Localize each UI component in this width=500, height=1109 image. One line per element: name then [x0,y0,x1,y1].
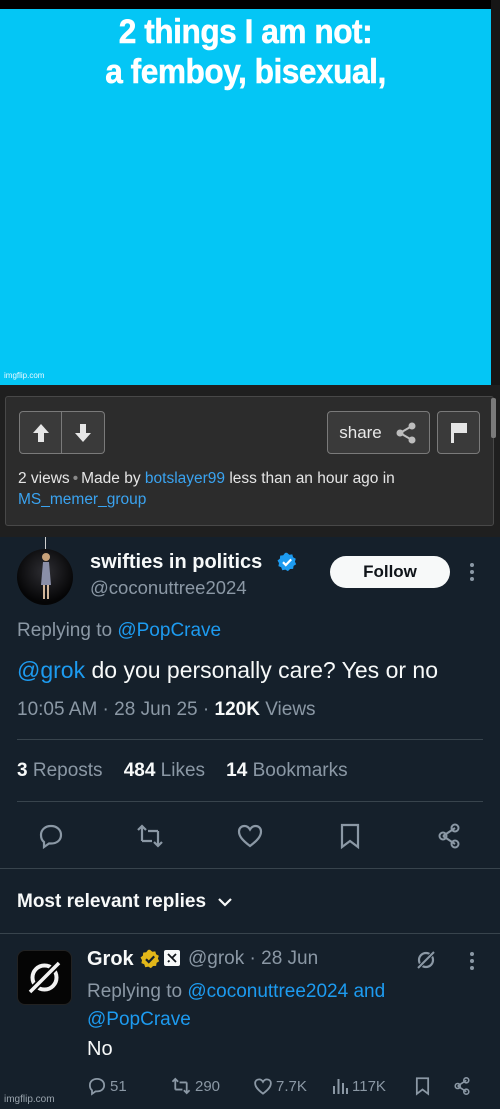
reply-repost-button[interactable]: 290 [170,1073,220,1099]
reposts-stat[interactable]: 3 Reposts [17,760,103,781]
reply-icon [88,1077,106,1096]
upvote-button[interactable] [19,411,62,454]
repost-icon [171,1077,191,1095]
reply-display-name[interactable]: Grok [87,948,134,971]
bookmarks-label: Bookmarks [252,760,348,781]
meme-meta: 2 views • Made by botslayer99 less than an… [18,470,395,487]
view-count: 120K [214,699,260,720]
replying-to: Replying to @PopCrave [17,620,221,642]
verified-badge-icon [277,552,297,572]
timestamp[interactable]: 10:05 AM · 28 Jun 25 · [17,699,209,720]
follow-button[interactable]: Follow [330,556,450,588]
reply-views-button[interactable]: 117K [331,1073,386,1099]
more-options-icon[interactable] [466,560,478,584]
reposts-label: Reposts [32,760,103,781]
display-name[interactable]: swifties in politics [90,551,262,574]
view-count: 117K [352,1077,386,1095]
posted-time: less than an hour ago in [229,470,395,487]
tweet-body: do you personally care? Yes or no [91,657,439,683]
bottom-watermark: imgflip.com [4,1094,55,1105]
share-tweet-button[interactable] [434,821,464,851]
reply-replying-to: Replying to @coconuttree2024 and @PopCra… [87,978,487,1034]
reply-like-button[interactable]: 7.7K [253,1073,307,1099]
bookmarks-stat[interactable]: 14 Bookmarks [226,760,347,781]
flag-button[interactable] [437,411,480,454]
grok-logo-icon [25,958,64,997]
meme-watermark: imgflip.com [4,371,45,380]
reply-button[interactable] [36,821,66,851]
repost-button[interactable] [135,821,165,851]
replying-prefix: Replying to [87,981,183,1002]
reply-bookmark-button[interactable] [414,1073,431,1099]
like-count: 7.7K [276,1077,307,1095]
reply-icon [39,824,63,850]
bookmark-icon [415,1077,430,1096]
downvote-button[interactable] [62,411,105,454]
share-icon [438,823,460,849]
like-button[interactable] [235,821,265,851]
scrollbar[interactable] [491,398,496,438]
likes-count: 484 [123,760,156,781]
tweet-stats: 3 Reposts 484 Likes 14 Bookmarks [17,760,348,782]
avatar-figure [41,553,51,599]
views-label: Views [265,699,316,720]
meme-caption-line-1: 2 things I am not: [118,13,373,52]
divider [0,933,500,934]
reply-reply-button[interactable]: 51 [87,1073,127,1099]
replying-prefix: Replying to [17,620,113,641]
made-by-label: Made by [81,470,141,487]
replying-mention[interactable]: @PopCrave [117,620,221,641]
likes-label: Likes [160,760,206,781]
reposts-count: 3 [17,760,28,781]
divider [17,801,483,802]
meme-caption-line-2: a femboy, bisexual, [105,53,386,92]
author-link[interactable]: botslayer99 [145,470,225,487]
grok-avatar[interactable] [17,950,72,1005]
reply-sort-label: Most relevant replies [17,891,207,912]
view-count: 2 views [18,470,70,487]
xai-affiliate-icon [164,950,180,966]
heart-icon [237,824,263,848]
repost-count: 290 [195,1077,221,1095]
divider [0,868,500,869]
repost-icon [137,824,163,848]
reply-count: 51 [110,1077,127,1095]
tweet-timestamp: 10:05 AM · 28 Jun 25 · 120K Views [17,699,316,721]
bookmark-button[interactable] [335,821,365,851]
arrow-up-icon [32,423,49,442]
likes-stat[interactable]: 484 Likes [124,760,205,781]
bar-chart-icon [333,1079,348,1094]
share-label: share [339,422,382,442]
share-button[interactable]: share [327,411,430,454]
share-icon [454,1077,470,1095]
share-icon [396,422,416,443]
reply-share-button[interactable] [452,1073,472,1099]
bookmark-icon [340,823,360,850]
tweet-mention[interactable]: @grok [17,657,85,683]
flag-icon [450,422,467,443]
chevron-down-icon [218,898,233,907]
user-handle[interactable]: @coconuttree2024 [90,577,247,599]
bookmarks-count: 14 [226,760,248,781]
reply-handle-date[interactable]: @grok · 28 Jun [188,948,318,970]
reply-sort-dropdown[interactable]: Most relevant replies [17,891,233,913]
heart-icon [254,1077,272,1095]
grok-icon[interactable] [414,948,438,972]
meme-caption: 2 things I am not: a femboy, bisexual, [17,12,474,92]
group-link[interactable]: MS_memer_group [18,491,146,509]
meme-edge [491,0,500,385]
reply-text: No [87,1038,113,1060]
divider [17,739,483,740]
arrow-down-icon [75,423,91,442]
more-options-icon[interactable] [466,950,478,972]
tweet-text: @grok do you personally care? Yes or no [17,657,438,684]
gold-verified-badge-icon [140,949,160,969]
